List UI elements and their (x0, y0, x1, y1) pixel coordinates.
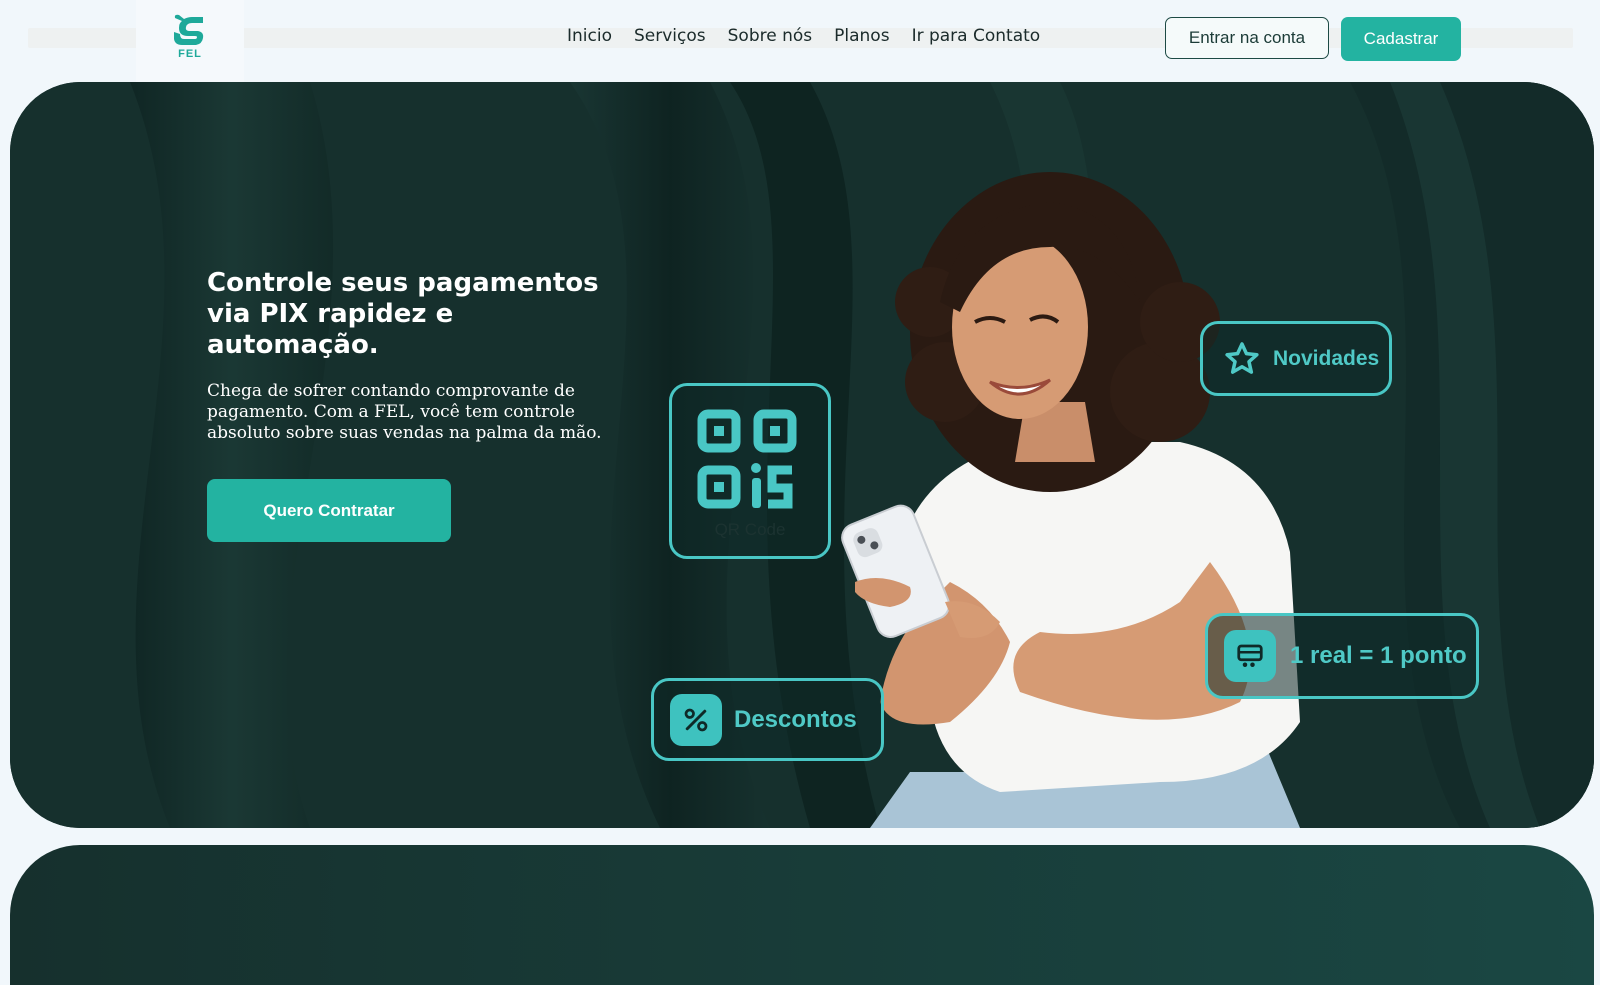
main-nav: Inicio Serviços Sobre nós Planos Ir para… (567, 26, 1040, 46)
discount-badge: Descontos (651, 678, 884, 761)
hero-description: Chega de sofrer contando comprovante de … (207, 381, 602, 443)
nav-inicio[interactable]: Inicio (567, 26, 612, 46)
nav-sobre-nos[interactable]: Sobre nós (728, 26, 813, 46)
star-icon (1225, 341, 1259, 374)
news-label: Novidades (1273, 346, 1380, 370)
login-button[interactable]: Entrar na conta (1165, 17, 1329, 59)
nav-planos[interactable]: Planos (834, 26, 889, 46)
logo[interactable]: FEL (136, 0, 244, 82)
hire-button[interactable]: Quero Contratar (207, 479, 451, 542)
logo-text: FEL (178, 48, 202, 60)
qr-code-icon (697, 409, 797, 509)
store-icon (1224, 630, 1276, 682)
logo-icon (174, 14, 204, 46)
hero-title: Controle seus pagamentos via PIX rapidez… (207, 268, 599, 360)
hero-section: Controle seus pagamentos via PIX rapidez… (10, 82, 1594, 828)
next-section (10, 845, 1594, 985)
signup-button[interactable]: Cadastrar (1341, 17, 1461, 61)
percent-icon (670, 693, 722, 746)
news-badge: Novidades (1200, 321, 1392, 396)
points-badge: 1 real = 1 ponto (1205, 613, 1479, 699)
discount-label: Descontos (734, 705, 857, 733)
nav-contato[interactable]: Ir para Contato (912, 26, 1041, 46)
nav-servicos[interactable]: Serviços (634, 26, 706, 46)
qr-code-badge: QR Code (669, 383, 831, 559)
qr-code-caption: QR Code (714, 520, 786, 539)
points-label: 1 real = 1 ponto (1290, 642, 1467, 669)
